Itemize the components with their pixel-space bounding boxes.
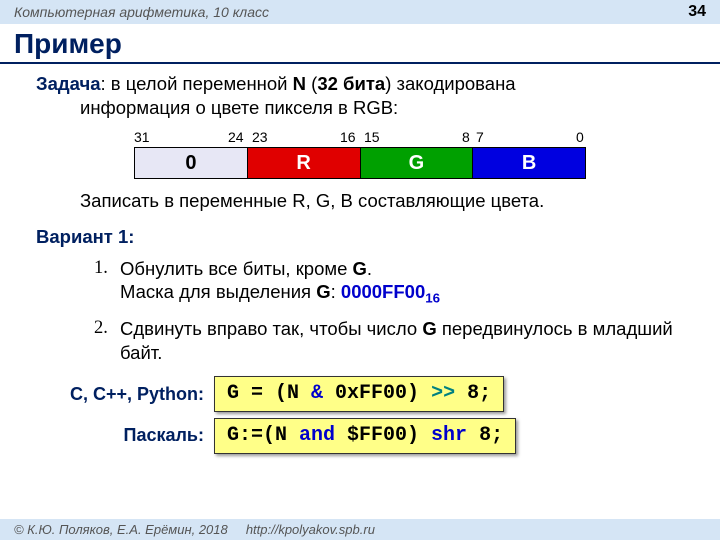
bit-diagram: 31 24 23 16 15 8 7 0 0 R G B — [134, 129, 586, 179]
step-1: 1. Обнулить все биты, кроме G. Маска для… — [94, 257, 684, 307]
lang-c-label: C, C++, Python: — [36, 383, 214, 406]
code-row-c: C, C++, Python: G = (N & 0xFF00) >> 8; — [36, 376, 684, 412]
task-line2: информация о цвете пикселя в RGB: — [36, 96, 684, 120]
bits-width: 32 бита — [317, 73, 385, 94]
variant-label: Вариант 1: — [36, 225, 684, 249]
task-label: Задача — [36, 73, 100, 94]
header: Компьютерная арифметика, 10 класс 34 — [0, 0, 720, 24]
copyright: © К.Ю. Поляков, Е.А. Ерёмин, 2018 — [14, 522, 228, 537]
subtask: Записать в переменные R, G, B составляющ… — [36, 189, 684, 213]
code-c: G = (N & 0xFF00) >> 8; — [214, 376, 504, 412]
step-2: 2. Сдвинуть вправо так, чтобы число G пе… — [94, 317, 684, 364]
content: Задача: в целой переменной N (32 бита) з… — [0, 72, 720, 454]
page-number: 34 — [688, 3, 706, 21]
bit-labels: 31 24 23 16 15 8 7 0 — [134, 129, 586, 147]
var-n: N — [293, 73, 306, 94]
course-title: Компьютерная арифметика, 10 класс — [14, 4, 269, 20]
bit-boxes: 0 R G B — [134, 147, 586, 179]
bit-box-zero: 0 — [135, 148, 247, 178]
code-pascal: G:=(N and $FF00) shr 8; — [214, 418, 516, 454]
bit-box-g: G — [360, 148, 473, 178]
slide-title: Пример — [0, 24, 720, 64]
code-row-pascal: Паскаль: G:=(N and $FF00) shr 8; — [36, 418, 684, 454]
lang-pascal-label: Паскаль: — [36, 424, 214, 447]
bit-box-b: B — [472, 148, 585, 178]
steps: 1. Обнулить все биты, кроме G. Маска для… — [36, 257, 684, 365]
bit-box-r: R — [247, 148, 360, 178]
code-block: C, C++, Python: G = (N & 0xFF00) >> 8; П… — [36, 376, 684, 453]
task-statement: Задача: в целой переменной N (32 бита) з… — [36, 72, 684, 119]
footer-url: http://kpolyakov.spb.ru — [246, 522, 375, 537]
mask-value: 0000FF0016 — [341, 281, 440, 302]
footer: © К.Ю. Поляков, Е.А. Ерёмин, 2018 http:/… — [0, 519, 720, 540]
